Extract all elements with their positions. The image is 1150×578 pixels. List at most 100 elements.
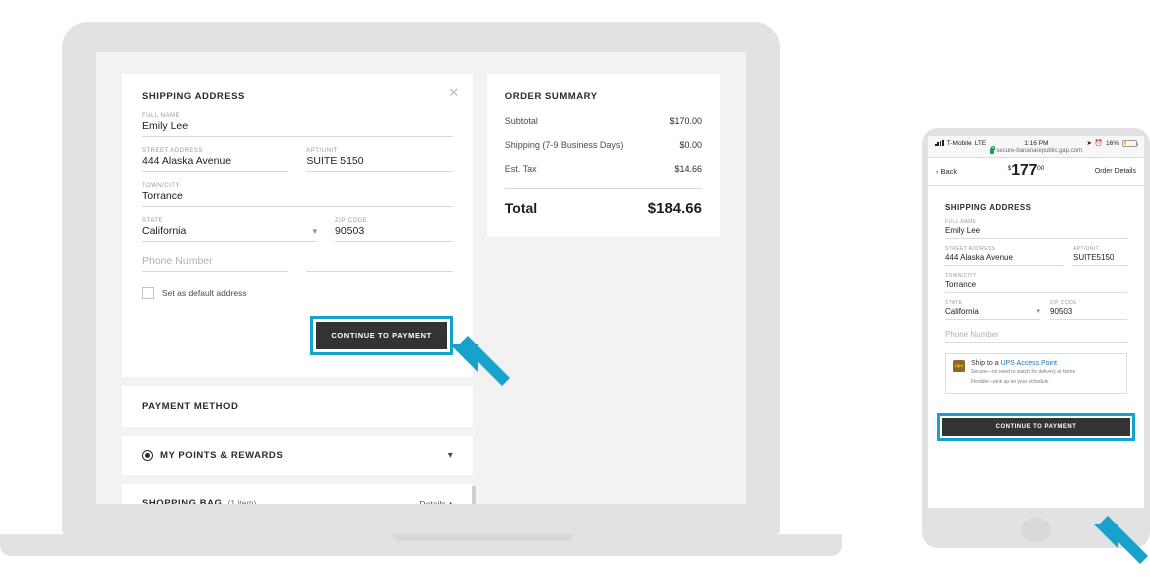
street-address-label: STREET ADDRESS [142, 148, 203, 154]
mobile-state-group: STATE California ▾ [945, 293, 1040, 320]
summary-label-total: Total [504, 200, 538, 216]
continue-button-highlight: CONTINUE TO PAYMENT [310, 316, 453, 355]
ups-access-point-box[interactable]: ups Ship to a UPS Access Point Secure—no… [945, 353, 1127, 394]
ups-prefix: Ship to a [971, 360, 1001, 367]
network-label: LTE [974, 139, 987, 147]
summary-value-total: $184.66 [647, 200, 702, 217]
alarm-clock-icon: ⏰ [1094, 140, 1103, 147]
state-select[interactable]: California ▾ [142, 225, 317, 242]
url-text: secure-bananarepublic.gap.com [996, 148, 1083, 154]
default-address-checkbox[interactable] [142, 287, 154, 299]
mobile-shipping-title: SHIPPING ADDRESS [945, 203, 1032, 212]
mobile-checkout-body: SHIPPING ADDRESS FULL NAME Emily Lee STR… [928, 186, 1144, 441]
mobile-full-name-input[interactable]: Emily Lee [945, 226, 1127, 239]
chevron-left-icon: ‹ [936, 166, 939, 176]
summary-label-subtotal: Subtotal [504, 116, 538, 126]
state-group: STATE California ▾ [142, 207, 317, 242]
default-address-row[interactable]: Set as default address [142, 287, 453, 299]
mobile-street-apt-row: STREET ADDRESS 444 Alaska Avenue APT/UNI… [945, 239, 1127, 266]
checkout-page: SHIPPING ADDRESS ✕ FULL NAME Emily Lee S… [96, 52, 746, 504]
price-cents: 00 [1037, 165, 1045, 172]
phone-screen: T-Mobile LTE 1:16 PM ➤ ⏰ 16% secure-bana… [928, 136, 1144, 508]
mobile-apt-input[interactable]: SUITE5150 [1073, 253, 1127, 266]
bag-details-toggle[interactable]: Details ▴ [420, 498, 453, 504]
mobile-continue-button-highlight: CONTINUE TO PAYMENT [937, 412, 1135, 441]
screenshot-root: SHIPPING ADDRESS ✕ FULL NAME Emily Lee S… [0, 0, 1150, 578]
summary-divider [504, 188, 702, 189]
mobile-full-name-label: FULL NAME [945, 219, 977, 225]
bag-details-label: Details [419, 498, 446, 505]
zip-group: ZIP CODE 90503 [335, 207, 453, 242]
state-label: STATE [142, 218, 163, 224]
ups-logo-icon: ups [953, 360, 965, 372]
mobile-state-select[interactable]: California ▾ [945, 307, 1040, 320]
zip-code-input[interactable]: 90503 [335, 225, 453, 242]
status-bar: T-Mobile LTE 1:16 PM ➤ ⏰ 16% [928, 136, 1144, 148]
payment-method-title: PAYMENT METHOD [142, 401, 239, 412]
status-bar-right: ➤ ⏰ 16% [1086, 139, 1139, 147]
mobile-state-label: STATE [945, 300, 963, 306]
apt-unit-group: APT/UNIT SUITE 5150 [306, 137, 453, 172]
signal-bars-icon [935, 139, 944, 147]
continue-to-payment-button[interactable]: CONTINUE TO PAYMENT [316, 322, 447, 349]
ups-text-group: Ship to a UPS Access Point Secure—no nee… [971, 360, 1075, 387]
summary-row-tax: Est. Tax $14.66 [505, 164, 702, 174]
summary-value-shipping: $0.00 [679, 140, 702, 150]
mobile-state-value: California [945, 307, 979, 316]
shopping-bag-card: SHOPPING BAG (1 item) Details ▴ 🚚 Ship 1… [122, 484, 476, 504]
mobile-zip-label: ZIP CODE [1050, 300, 1077, 306]
full-name-input[interactable]: Emily Lee [142, 120, 453, 137]
phone-home-button[interactable] [1021, 518, 1051, 542]
battery-percent-label: 16% [1105, 139, 1119, 147]
carrier-label: T-Mobile [946, 139, 972, 147]
points-rewards-card[interactable]: MY POINTS & REWARDS ▾ [122, 436, 473, 475]
order-details-link[interactable]: Order Details [1095, 168, 1136, 175]
phone-number-input[interactable]: Phone Number [142, 255, 289, 272]
mobile-phone-input[interactable]: Phone Number [945, 330, 1127, 343]
order-summary-card: ORDER SUMMARY Subtotal $170.00 Shipping … [486, 74, 720, 237]
phone-row-spacer [306, 255, 453, 272]
ups-benefit-line-1: Secure—no need to watch for delivery at … [971, 369, 1076, 375]
back-button[interactable]: ‹ Back [936, 167, 957, 176]
ups-benefit-line-2: Flexible—pick up on your schedule [971, 378, 1049, 385]
apt-unit-label: APT/UNIT [306, 148, 338, 154]
town-city-input[interactable]: Torrance [142, 190, 453, 207]
browser-url-bar[interactable]: secure-bananarepublic.gap.com [928, 145, 1144, 158]
summary-value-subtotal: $170.00 [669, 116, 702, 126]
laptop-notch [393, 534, 573, 541]
page-scrollbar[interactable] [471, 486, 476, 504]
chevron-down-icon: ▾ [312, 226, 317, 236]
mobile-zip-group: ZIP CODE 90503 [1050, 293, 1127, 320]
shopping-bag-header: SHOPPING BAG (1 item) Details ▴ [142, 498, 453, 504]
shipping-address-title: SHIPPING ADDRESS [142, 91, 245, 102]
apt-unit-input[interactable]: SUITE 5150 [306, 155, 453, 172]
chevron-up-icon: ▴ [448, 498, 453, 504]
mobile-city-label: TOWN/CITY [945, 273, 977, 279]
order-total-price: $ 177 00 [1008, 163, 1045, 179]
mobile-shipping-card: SHIPPING ADDRESS FULL NAME Emily Lee STR… [937, 195, 1135, 404]
mobile-street-input[interactable]: 444 Alaska Avenue [945, 253, 1063, 266]
chevron-down-icon[interactable]: ▾ [448, 450, 453, 461]
mobile-apt-group: APT/UNIT SUITE5150 [1073, 239, 1127, 266]
payment-method-card[interactable]: PAYMENT METHOD [122, 386, 473, 427]
checkout-nav-bar: ‹ Back $ 177 00 Order Details [928, 158, 1144, 186]
status-bar-left: T-Mobile LTE [935, 140, 986, 147]
state-select-value: California [142, 225, 187, 237]
street-address-input[interactable]: 444 Alaska Avenue [142, 155, 289, 172]
mobile-street-label: STREET ADDRESS [945, 246, 996, 252]
order-summary-title: ORDER SUMMARY [504, 91, 598, 102]
full-name-label: FULL NAME [142, 113, 180, 119]
back-label: Back [940, 166, 958, 176]
mobile-continue-to-payment-button[interactable]: CONTINUE TO PAYMENT [942, 417, 1130, 436]
close-icon[interactable]: ✕ [447, 86, 461, 100]
price-dollars: 177 [1011, 162, 1038, 179]
battery-low-icon [1122, 139, 1139, 147]
mobile-city-input[interactable]: Torrance [945, 280, 1127, 293]
lock-icon [989, 145, 996, 154]
state-zip-row: STATE California ▾ ZIP CODE 90503 [142, 207, 453, 242]
mobile-zip-input[interactable]: 90503 [1050, 307, 1127, 320]
points-rewards-title: MY POINTS & REWARDS [160, 450, 284, 461]
ups-access-point-link[interactable]: UPS Access Point [1001, 360, 1057, 367]
street-apt-row: STREET ADDRESS 444 Alaska Avenue APT/UNI… [142, 137, 453, 172]
phone-mockup: T-Mobile LTE 1:16 PM ➤ ⏰ 16% secure-bana… [922, 128, 1150, 548]
